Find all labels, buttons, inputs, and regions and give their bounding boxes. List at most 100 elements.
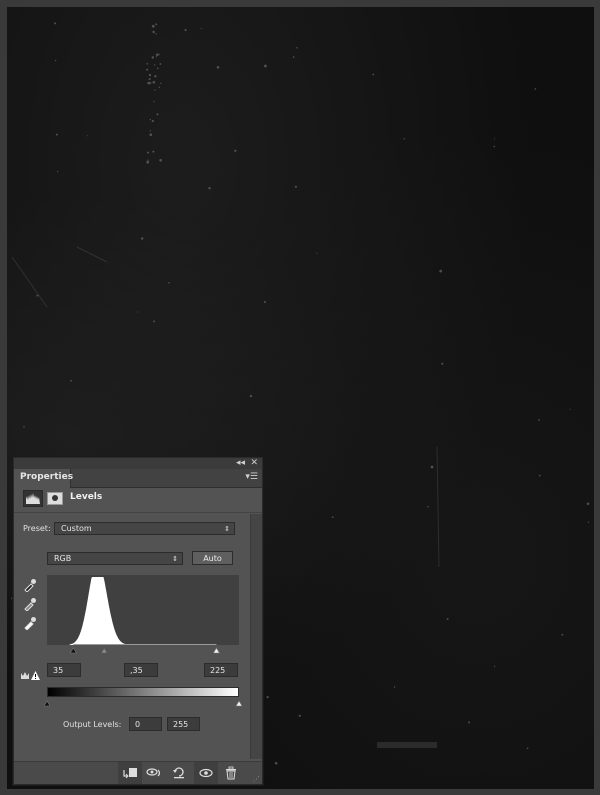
panel-scrollbar[interactable] — [250, 514, 262, 759]
chalk-speck — [148, 73, 152, 77]
clip-to-layer-icon — [123, 768, 137, 779]
histogram — [47, 575, 239, 645]
chalk-speck — [274, 761, 278, 765]
levels-adjustment-icon[interactable] — [23, 490, 43, 507]
updown-arrows-icon: ⇕ — [172, 555, 178, 563]
clip-to-layer-button[interactable] — [118, 762, 142, 784]
clipping-warning-icon[interactable] — [20, 666, 42, 680]
input-sliders — [69, 647, 220, 654]
close-icon[interactable]: ✕ — [250, 458, 258, 469]
chalk-speck — [140, 237, 144, 240]
chalk-speck — [427, 506, 429, 508]
reset-icon — [173, 767, 184, 779]
input-midtones-field[interactable]: ,35 — [124, 663, 158, 677]
chalk-speck — [441, 362, 444, 365]
gray-point-eyedropper-icon[interactable] — [23, 596, 37, 612]
chalk-speck — [151, 56, 154, 59]
chalk-speck — [168, 282, 170, 284]
panel-menu-icon[interactable]: ▾☰ — [245, 472, 258, 482]
chalk-speck — [158, 86, 161, 89]
input-white-slider[interactable] — [212, 647, 220, 654]
chalk-speck — [493, 665, 496, 668]
collapse-panel-icon[interactable]: ◂◂ — [236, 458, 245, 469]
chalk-speck — [155, 56, 158, 58]
chalk-speck — [152, 150, 155, 153]
chalk-speck — [200, 27, 202, 30]
auto-button[interactable]: Auto — [192, 551, 233, 565]
chalk-speck — [147, 81, 151, 85]
chalk-speck — [152, 30, 155, 34]
preset-label: Preset: — [23, 524, 51, 533]
chalk-speck — [393, 686, 396, 688]
chalk-speck — [569, 408, 571, 410]
chalk-speck — [331, 516, 334, 518]
input-highlights-field[interactable]: 225 — [204, 663, 238, 677]
updown-arrows-icon: ⇕ — [224, 525, 230, 533]
chalk-speck — [155, 53, 159, 57]
chalk-speck — [146, 62, 149, 65]
chalk-speck — [249, 394, 253, 398]
view-previous-state-button[interactable] — [142, 762, 166, 784]
chalk-speck — [316, 252, 318, 254]
chalk-speck — [156, 67, 159, 70]
panel-footer: ⋰ — [14, 761, 262, 784]
channel-value: RGB — [54, 554, 72, 563]
preset-select[interactable]: Custom ⇕ — [54, 522, 235, 535]
tab-properties[interactable]: Properties — [14, 469, 73, 488]
histogram-graph — [69, 577, 217, 645]
chalk-speck — [149, 118, 151, 121]
toggle-visibility-button[interactable] — [194, 762, 218, 784]
chalk-speck — [160, 82, 162, 85]
tab-bar: Properties ▾☰ — [14, 469, 262, 488]
chalk-speck — [493, 138, 496, 140]
adjustment-header: Levels — [14, 488, 262, 513]
channel-select[interactable]: RGB ⇕ — [47, 552, 183, 565]
panel-title-bar[interactable]: ◂◂ ✕ — [14, 458, 262, 469]
chalk-speck — [526, 747, 529, 750]
chalk-speck — [152, 81, 155, 84]
black-point-eyedropper-icon[interactable] — [23, 577, 37, 593]
resize-grip-icon[interactable]: ⋰ — [253, 775, 260, 783]
chalk-speck — [86, 135, 88, 137]
chalk-speck — [264, 64, 267, 68]
eye-icon — [199, 768, 213, 778]
input-black-slider[interactable] — [69, 647, 77, 654]
input-gray-slider[interactable] — [100, 647, 108, 654]
chalk-speck — [538, 474, 541, 477]
chalk-speck — [372, 73, 375, 76]
output-white-slider[interactable] — [235, 700, 242, 707]
chalk-speck — [146, 68, 149, 71]
output-gradient-bar — [47, 687, 239, 697]
chalk-speck — [154, 89, 156, 91]
chalk-speck — [587, 521, 590, 523]
chalk-speck — [439, 269, 443, 273]
chalk-speck — [149, 133, 153, 136]
chalk-speck — [156, 113, 159, 116]
input-shadows-field[interactable]: 35 — [47, 663, 81, 677]
chalk-speck — [586, 502, 590, 505]
output-black-slider[interactable] — [44, 700, 51, 707]
output-levels-label: Output Levels: — [63, 720, 122, 729]
chalk-speck — [54, 22, 56, 25]
output-shadows-field[interactable]: 0 — [129, 717, 162, 731]
chalk-speck — [151, 119, 154, 123]
chalk-speck — [23, 426, 25, 428]
reset-button[interactable] — [167, 762, 191, 784]
chalk-speck — [137, 311, 139, 313]
chalk-speck — [155, 33, 157, 35]
delete-button[interactable] — [219, 762, 243, 784]
chalk-speck — [149, 130, 151, 132]
view-previous-icon — [146, 768, 161, 777]
layer-mask-icon[interactable] — [47, 492, 63, 505]
chalk-speck — [430, 465, 434, 469]
chalk-speck — [446, 617, 449, 620]
output-highlights-field[interactable]: 255 — [167, 717, 200, 731]
chalk-speck — [493, 145, 496, 148]
chalk-speck — [146, 160, 150, 164]
white-point-eyedropper-icon[interactable] — [23, 615, 37, 631]
chalk-speck — [154, 75, 157, 78]
preset-value: Custom — [61, 524, 92, 533]
chalk-speck — [153, 101, 155, 103]
chalk-speck — [208, 187, 211, 190]
chalk-speck — [155, 23, 158, 26]
